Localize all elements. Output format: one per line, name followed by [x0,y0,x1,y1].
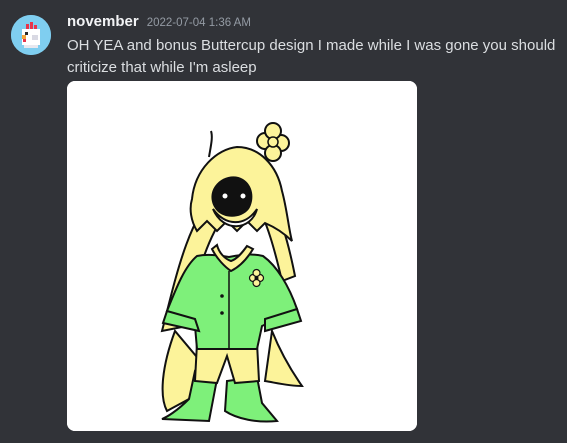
image-attachment[interactable] [67,81,417,431]
avatar[interactable] [11,15,51,55]
chat-message: november 2022-07-04 1:36 AM OH YEA and b… [0,0,567,443]
message-content: OH YEA and bonus Buttercup design I made… [67,37,556,76]
buttercup-drawing [67,81,417,431]
timestamp: 2022-07-04 1:36 AM [146,17,251,29]
username[interactable]: november [67,13,139,30]
chicken-avatar-icon [11,15,51,55]
message-header: november 2022-07-04 1:36 AM [67,13,251,35]
